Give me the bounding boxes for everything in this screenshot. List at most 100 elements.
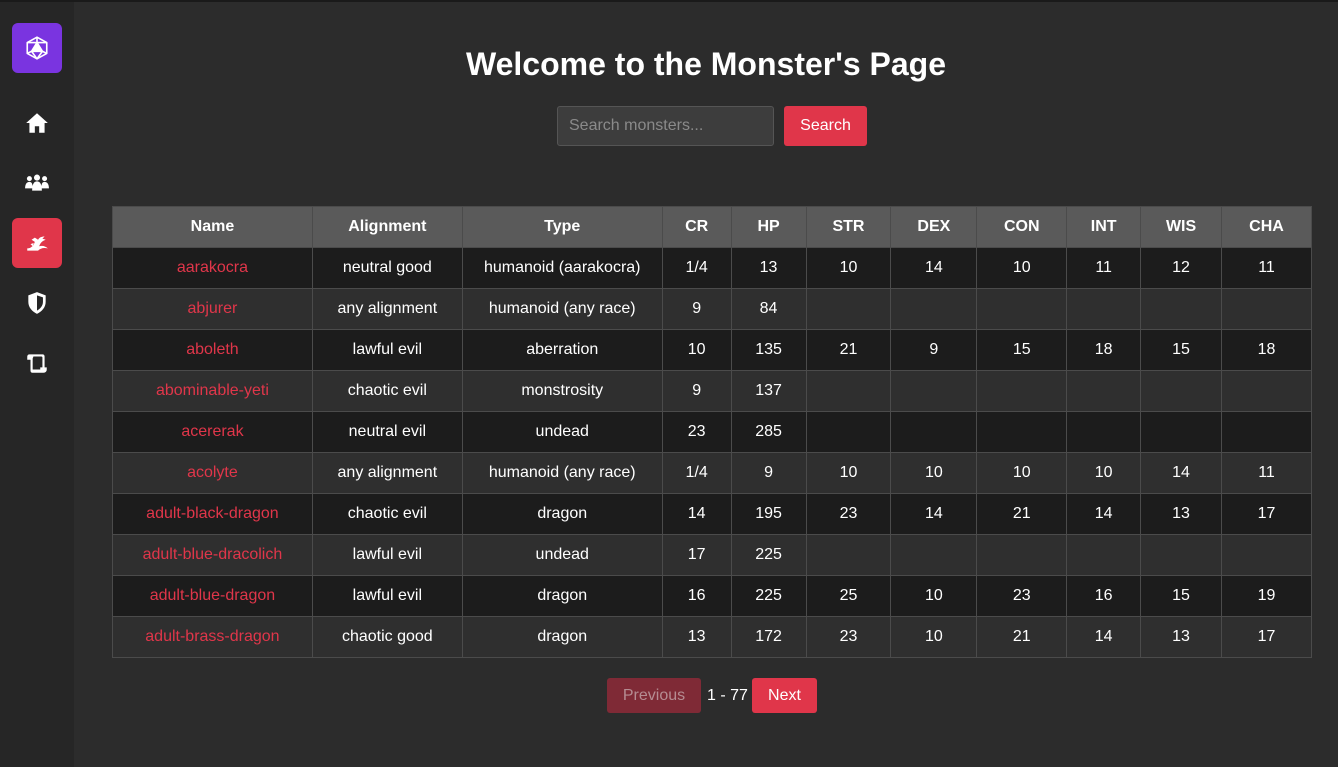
cell-str: 25 xyxy=(805,575,892,617)
cell-str xyxy=(805,288,892,330)
cell-name: adult-black-dragon xyxy=(112,493,313,535)
cell-str xyxy=(805,411,892,453)
table-row: aboleth lawful evil aberration 10 135 21 9 15 18… xyxy=(112,329,1312,371)
cell-con: 23 xyxy=(976,575,1068,617)
sidebar-item-shield[interactable] xyxy=(12,278,62,328)
cell-str: 10 xyxy=(805,452,892,494)
cell-alignment: chaotic good xyxy=(311,616,463,658)
cell-int: 14 xyxy=(1066,493,1142,535)
cell-hp: 137 xyxy=(730,370,807,412)
monsters-table: Name Alignment Type CR HP STR DEX CON INT WIS CHA … xyxy=(112,206,1312,658)
cell-cr: 16 xyxy=(661,575,732,617)
cell-name: aarakocra xyxy=(112,247,313,289)
cell-cha: 18 xyxy=(1221,329,1312,371)
cell-int: 18 xyxy=(1066,329,1142,371)
cell-hp: 84 xyxy=(730,288,807,330)
cell-dex: 10 xyxy=(890,452,978,494)
cell-cha: 19 xyxy=(1221,575,1312,617)
main-content: Welcome to the Monster's Page Search Nam… xyxy=(74,2,1338,767)
sidebar-item-users[interactable] xyxy=(12,158,62,208)
cell-cr: 13 xyxy=(661,616,732,658)
cell-int xyxy=(1066,288,1142,330)
page-range: 1 - 77 xyxy=(707,687,748,704)
sidebar-item-logo[interactable] xyxy=(12,23,62,73)
previous-button[interactable]: Previous xyxy=(607,678,701,713)
sidebar-item-home[interactable] xyxy=(12,98,62,148)
cell-dex: 14 xyxy=(890,493,978,535)
cell-int xyxy=(1066,534,1142,576)
cell-hp: 135 xyxy=(730,329,807,371)
cell-con: 21 xyxy=(976,493,1068,535)
cell-con xyxy=(976,370,1068,412)
monster-link[interactable]: abjurer xyxy=(188,300,238,317)
sidebar-item-scroll[interactable] xyxy=(12,338,62,388)
cell-con xyxy=(976,288,1068,330)
monster-link[interactable]: aarakocra xyxy=(177,259,248,276)
cell-con xyxy=(976,534,1068,576)
sidebar xyxy=(0,2,74,767)
cell-dex: 10 xyxy=(890,575,978,617)
cell-cr: 1/4 xyxy=(661,247,732,289)
cell-alignment: any alignment xyxy=(311,288,463,330)
cell-type: humanoid (any race) xyxy=(461,452,663,494)
cell-str xyxy=(805,534,892,576)
search-button[interactable]: Search xyxy=(784,106,867,146)
column-header-wis: WIS xyxy=(1140,206,1222,248)
cell-dex: 10 xyxy=(890,616,978,658)
monster-link[interactable]: adult-black-dragon xyxy=(146,505,279,522)
cell-cr: 23 xyxy=(661,411,732,453)
cell-int xyxy=(1066,370,1142,412)
monster-link[interactable]: adult-blue-dragon xyxy=(150,587,275,604)
cell-cr: 10 xyxy=(661,329,732,371)
cell-type: humanoid (aarakocra) xyxy=(461,247,663,289)
cell-dex xyxy=(890,534,978,576)
table-row: acolyte any alignment humanoid (any race) 1… xyxy=(112,452,1312,494)
monster-link[interactable]: acererak xyxy=(181,423,243,440)
cell-cr: 9 xyxy=(661,288,732,330)
cell-type: monstrosity xyxy=(461,370,663,412)
cell-hp: 195 xyxy=(730,493,807,535)
cell-con: 15 xyxy=(976,329,1068,371)
cell-cha: 11 xyxy=(1221,247,1312,289)
cell-con: 10 xyxy=(976,452,1068,494)
cell-name: abominable-yeti xyxy=(112,370,313,412)
cell-wis: 15 xyxy=(1140,575,1222,617)
cell-cha: 11 xyxy=(1221,452,1312,494)
cell-wis xyxy=(1140,288,1222,330)
column-header-alignment: Alignment xyxy=(311,206,463,248)
cell-dex xyxy=(890,370,978,412)
cell-str: 23 xyxy=(805,616,892,658)
dragon-icon xyxy=(27,236,48,251)
monster-link[interactable]: aboleth xyxy=(186,341,239,358)
cell-cha: 17 xyxy=(1221,493,1312,535)
monster-link[interactable]: adult-brass-dragon xyxy=(145,628,279,645)
cell-name: abjurer xyxy=(112,288,313,330)
sidebar-item-monsters[interactable] xyxy=(12,218,62,268)
column-header-name: Name xyxy=(112,206,313,248)
search-input[interactable] xyxy=(557,106,774,146)
cell-alignment: lawful evil xyxy=(311,575,463,617)
cell-hp: 172 xyxy=(730,616,807,658)
cell-type: undead xyxy=(461,411,663,453)
cell-con: 21 xyxy=(976,616,1068,658)
cell-dex xyxy=(890,411,978,453)
cell-type: dragon xyxy=(461,616,663,658)
monster-link[interactable]: adult-blue-dracolich xyxy=(143,546,283,563)
table-row: adult-blue-dragon lawful evil dragon 16 225 2… xyxy=(112,575,1312,617)
column-header-int: INT xyxy=(1066,206,1142,248)
cell-wis: 13 xyxy=(1140,493,1222,535)
monster-link[interactable]: abominable-yeti xyxy=(156,382,269,399)
table-row: adult-black-dragon chaotic evil dragon 14 19… xyxy=(112,493,1312,535)
users-icon xyxy=(25,174,49,191)
cell-wis: 15 xyxy=(1140,329,1222,371)
cell-hp: 225 xyxy=(730,534,807,576)
table-row: abominable-yeti chaotic evil monstrosity 9 1… xyxy=(112,370,1312,412)
next-button[interactable]: Next xyxy=(752,678,817,713)
cell-wis xyxy=(1140,370,1222,412)
shield-icon xyxy=(28,292,46,314)
cell-int: 16 xyxy=(1066,575,1142,617)
monster-link[interactable]: acolyte xyxy=(187,464,238,481)
cell-int: 11 xyxy=(1066,247,1142,289)
column-header-cr: CR xyxy=(661,206,732,248)
cell-int: 10 xyxy=(1066,452,1142,494)
